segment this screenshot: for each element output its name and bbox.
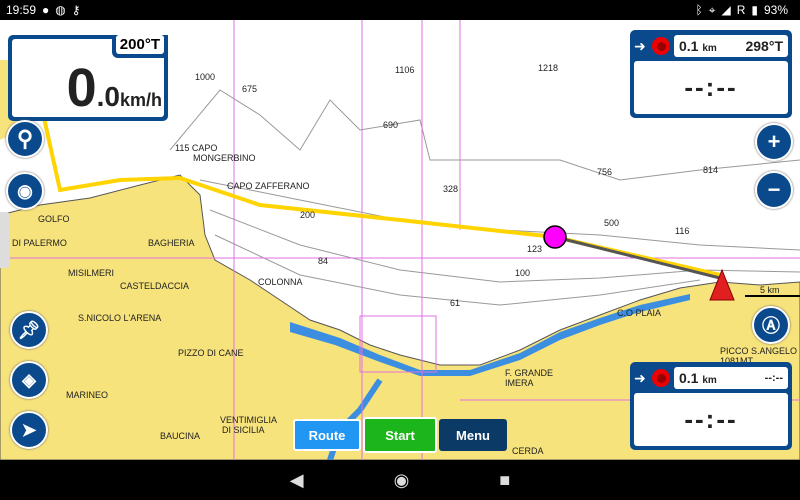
zoom-in-button[interactable]: + xyxy=(755,123,793,161)
map-label: CERDA xyxy=(512,446,544,456)
search-icon: ⚲ xyxy=(16,126,34,151)
globe-icon: ◍ xyxy=(55,3,66,17)
camera-icon: ◉ xyxy=(17,180,33,201)
battery-level: 93% xyxy=(763,2,788,17)
map-label: 100 xyxy=(515,268,531,278)
back-icon[interactable]: ◀ xyxy=(290,470,304,491)
map-label: F. GRANDE xyxy=(505,368,554,378)
map-label: BAUCINA xyxy=(160,431,201,441)
clock: 19:59 xyxy=(6,3,37,17)
side-drawer-handle[interactable] xyxy=(0,212,10,268)
layers-icon: ◈ xyxy=(22,369,36,390)
arrow-right-icon: ➜ xyxy=(634,37,646,54)
map-label: 500 xyxy=(604,218,620,228)
map-label: 675 xyxy=(242,84,258,94)
search-button[interactable]: ⚲ xyxy=(6,120,44,158)
map-label: PIZZO DI CANE xyxy=(178,348,244,358)
map-label: 84 xyxy=(318,256,329,266)
layers-button[interactable]: ◈ xyxy=(10,361,48,399)
map-label: 123 xyxy=(527,244,543,254)
map-label: BAGHERIA xyxy=(148,238,195,248)
navigation-arrow-icon: ➤ xyxy=(21,419,37,440)
map-label: IMERA xyxy=(505,378,534,388)
map-label: 1106 xyxy=(395,65,415,75)
chat-icon: ● xyxy=(42,3,50,17)
map-label: MONGERBINO xyxy=(193,153,256,163)
map-label: MISILMERI xyxy=(68,268,115,278)
map-label: 756 xyxy=(597,167,613,177)
pin-button[interactable]: 📌︎ xyxy=(10,311,48,349)
map-label: MARINEO xyxy=(66,390,109,400)
distance: 0.1 xyxy=(679,370,699,386)
key-icon: ⚷ xyxy=(71,3,81,17)
map-label: C.O PLAIA xyxy=(617,308,662,318)
map-label: 1218 xyxy=(538,63,559,73)
waypoint-icon xyxy=(652,369,670,387)
map-label: COLONNA xyxy=(258,277,303,287)
start-button[interactable]: Start xyxy=(363,417,437,453)
bluetooth-icon: ᛒ xyxy=(695,2,703,17)
map-label: CAPO ZAFFERANO xyxy=(227,181,310,191)
waypoint-panel-top[interactable]: ➜ 0.1 km 298°T --:-- xyxy=(630,30,792,118)
zoom-out-button[interactable]: − xyxy=(755,171,793,209)
distance-unit: km xyxy=(702,375,717,386)
menu-button[interactable]: Menu xyxy=(439,419,507,451)
status-bar: 19:59 ● ◍ ⚷ ᛒ ⌖ ◢ R ▮ 93% xyxy=(0,0,800,20)
bearing: 298°T xyxy=(745,38,783,54)
speed-panel[interactable]: 200°T 0.0km/h xyxy=(8,35,168,121)
map-label: GOLFO xyxy=(38,214,70,224)
compass-button[interactable]: Ⓐ xyxy=(752,306,790,344)
android-nav-bar: ◀ ◉ ■ xyxy=(0,460,800,500)
map-label: VENTIMIGLIA xyxy=(220,415,278,425)
map-label: S.NICOLO L'ARENA xyxy=(78,313,162,323)
home-icon[interactable]: ◉ xyxy=(394,470,410,491)
map-label: PICCO S.ANGELO xyxy=(720,346,798,356)
eta: --:-- xyxy=(634,61,788,114)
compass-icon: Ⓐ xyxy=(762,316,780,336)
map-label: 814 xyxy=(703,165,719,175)
map-label: DI SICILIA xyxy=(222,425,265,435)
map-label: 200 xyxy=(300,210,316,220)
recents-icon[interactable]: ■ xyxy=(499,470,510,491)
waypoint-marker xyxy=(543,225,567,249)
map-label: 116 xyxy=(675,226,690,236)
map-label: 115 CAPO xyxy=(175,143,218,153)
map-label: 1000 xyxy=(195,72,216,82)
scale-label: 5 km xyxy=(760,285,780,295)
speed-int: 0 xyxy=(66,58,97,118)
network-label: R xyxy=(736,2,746,17)
map-label: CASTELDACCIA xyxy=(120,281,190,291)
map-label: DI PALERMO xyxy=(12,238,67,248)
navigate-button[interactable]: ➤ xyxy=(10,411,48,449)
route-button[interactable]: Route xyxy=(293,419,361,451)
plus-icon: + xyxy=(767,129,781,154)
waypoint-panel-bottom[interactable]: ➜ 0.1 km --:-- --:-- xyxy=(630,362,792,450)
map-label: 61 xyxy=(450,298,461,308)
distance-unit: km xyxy=(702,43,717,54)
battery-icon: ▮ xyxy=(751,2,758,17)
distance: 0.1 xyxy=(679,38,699,54)
speed-unit: km/h xyxy=(119,90,162,110)
signal-icon: ◢ xyxy=(721,2,731,17)
pin-icon: 📌︎ xyxy=(17,319,41,340)
arrow-right-icon: ➜ xyxy=(634,369,646,386)
map-label: 328 xyxy=(443,184,459,194)
camera-button[interactable]: ◉ xyxy=(6,172,44,210)
heading-readout: 200°T xyxy=(115,35,164,54)
map-label: 690 xyxy=(383,120,399,130)
eta: --:-- xyxy=(634,393,788,446)
time: --:-- xyxy=(764,372,783,384)
minus-icon: − xyxy=(767,177,781,202)
speed-dec: .0 xyxy=(96,81,120,112)
waypoint-icon xyxy=(652,37,670,55)
location-icon: ⌖ xyxy=(708,2,716,17)
